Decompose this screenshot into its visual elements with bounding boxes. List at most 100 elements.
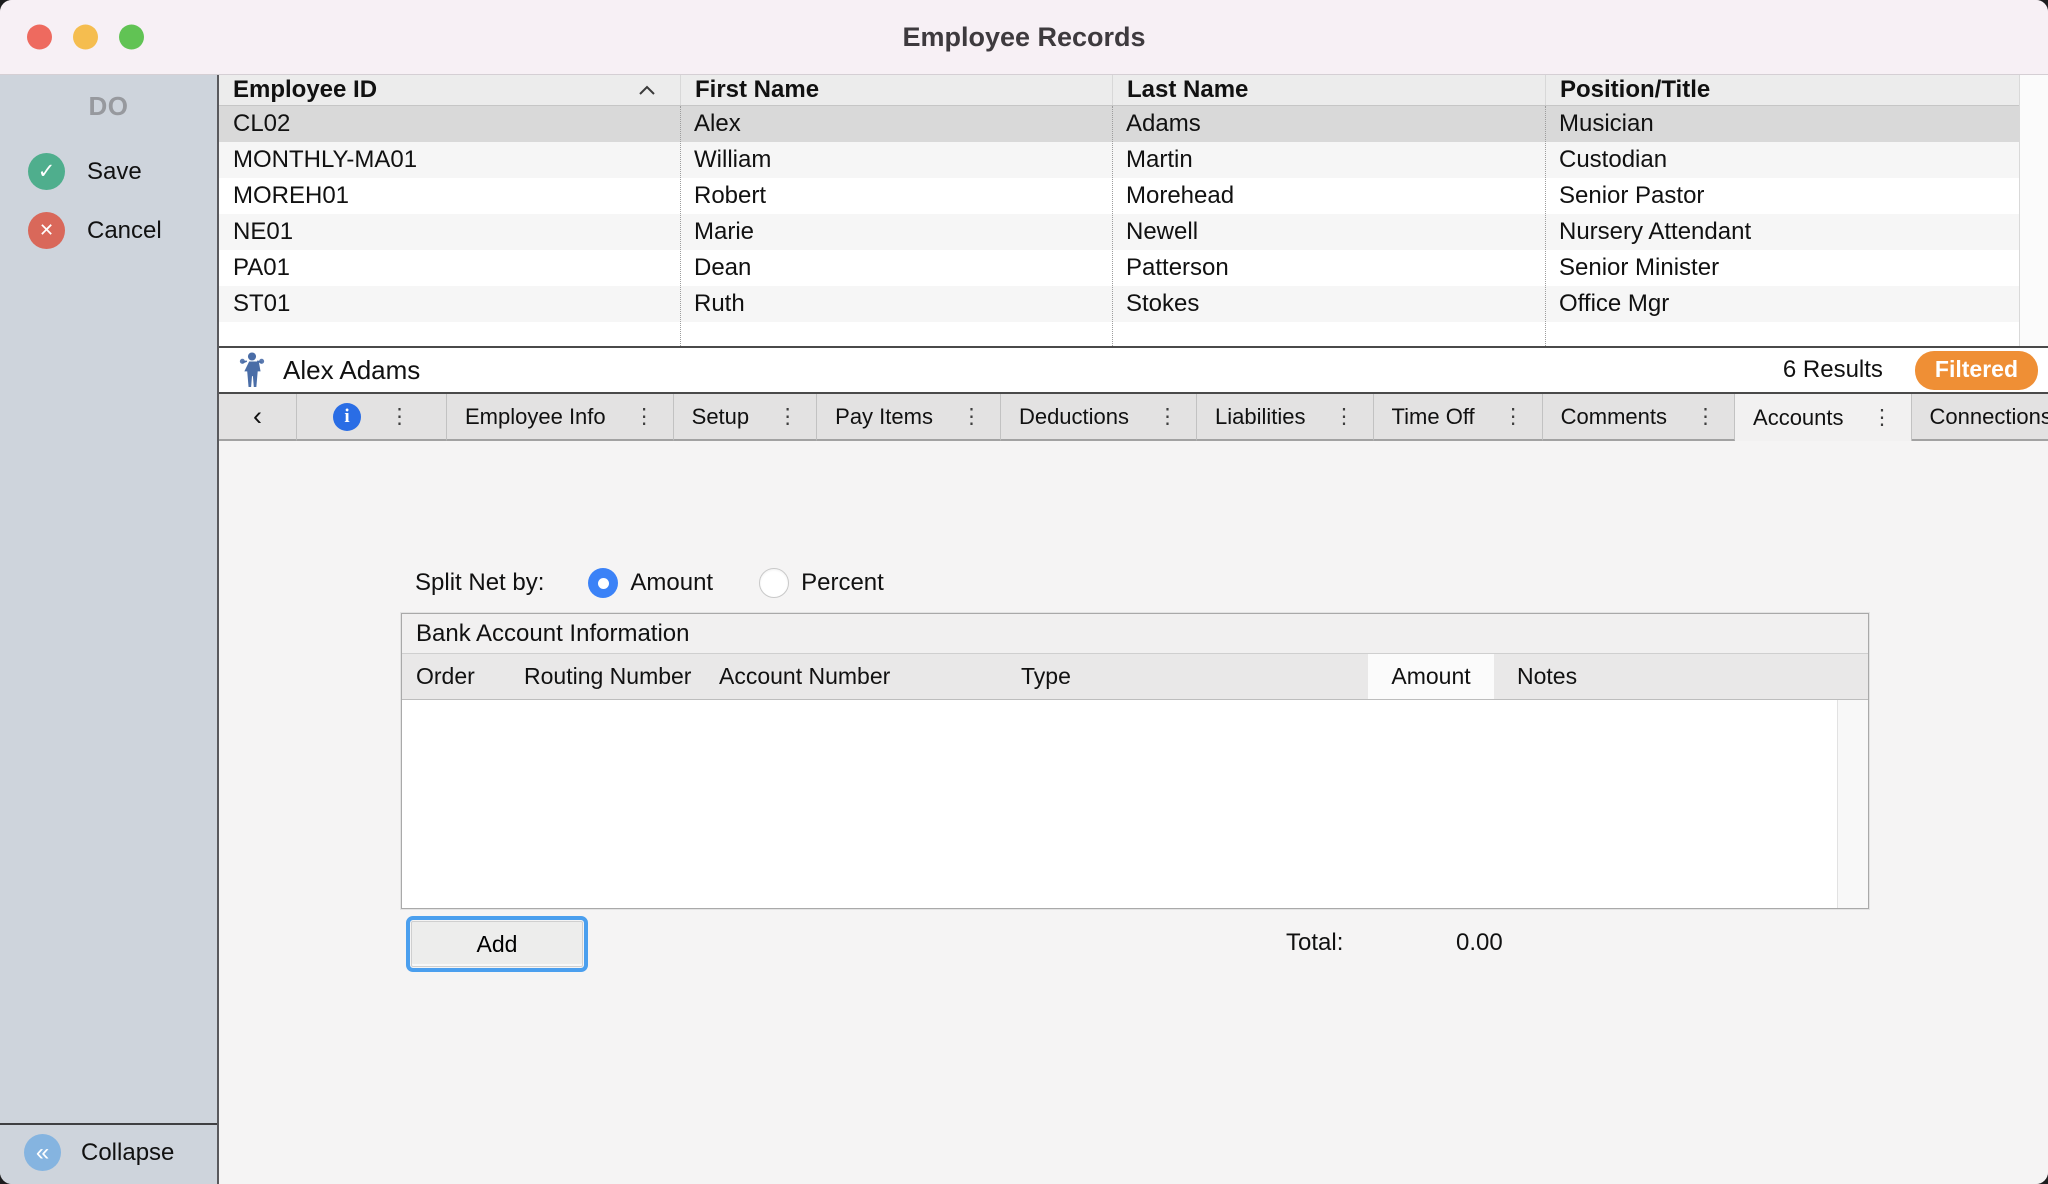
column-header-employee-id[interactable]: Employee ID xyxy=(219,75,680,105)
tab-label: Employee Info xyxy=(465,404,606,430)
employee-cell: Senior Pastor xyxy=(1545,182,2048,210)
bank-column-header-notes[interactable]: Notes xyxy=(1494,654,1868,699)
bank-column-header-amount[interactable]: Amount xyxy=(1368,654,1494,699)
tab-menu-dots-icon[interactable]: ⋮ xyxy=(777,404,798,429)
tabs-scroll-left-button[interactable]: ‹ xyxy=(219,394,297,441)
column-header-first-name[interactable]: First Name xyxy=(680,75,1112,105)
split-net-by-group: Split Net by: Amount Percent xyxy=(415,566,930,600)
employee-cell: Martin xyxy=(1112,146,1545,174)
employee-cell: William xyxy=(680,146,1112,174)
tab-setup[interactable]: Setup ⋮ xyxy=(674,394,818,441)
traffic-lights xyxy=(27,25,144,50)
split-net-by-label: Split Net by: xyxy=(415,569,544,597)
split-option-percent[interactable]: Percent xyxy=(759,568,884,598)
employee-cell: NE01 xyxy=(219,218,680,246)
employee-person-icon xyxy=(237,352,267,388)
bank-account-table-header: OrderRouting NumberAccount NumberTypeAmo… xyxy=(402,654,1868,700)
tab-employee-info[interactable]: Employee Info ⋮ xyxy=(447,394,674,441)
employee-cell: ST01 xyxy=(219,290,680,318)
selected-record-bar: Alex Adams 6 Results Filtered xyxy=(219,348,2048,394)
employee-table-scrollbar[interactable] xyxy=(2019,75,2048,346)
results-count: 6 Results xyxy=(1783,356,1883,384)
cancel-button[interactable]: Cancel xyxy=(0,201,217,260)
collapse-button-label: Collapse xyxy=(81,1139,174,1167)
tab-accounts[interactable]: Accounts⋮ xyxy=(1735,394,1912,441)
tab-liabilities[interactable]: Liabilities ⋮ xyxy=(1197,394,1374,441)
tab-info[interactable]: i⋮ xyxy=(297,394,447,441)
minimize-window-button[interactable] xyxy=(73,25,98,50)
employee-cell: Musician xyxy=(1545,110,2048,138)
employee-cell: Alex xyxy=(680,110,1112,138)
action-sidebar: DO Save Cancel Collapse xyxy=(0,75,219,1184)
total-value: 0.00 xyxy=(1456,929,1503,957)
add-account-button[interactable]: Add xyxy=(411,921,583,967)
tab-menu-dots-icon[interactable]: ⋮ xyxy=(1872,405,1893,430)
employee-row-pa01[interactable]: PA01DeanPattersonSenior Minister xyxy=(219,250,2048,286)
employee-cell: Nursery Attendant xyxy=(1545,218,2048,246)
app-window: Employee Records DO Save Cancel Collapse… xyxy=(0,0,2048,1184)
sort-ascending-icon xyxy=(638,85,656,96)
tab-label: Comments xyxy=(1561,404,1667,430)
tab-label: Liabilities xyxy=(1215,404,1306,430)
employee-cell: Adams xyxy=(1112,110,1545,138)
column-header-label: First Name xyxy=(695,76,819,104)
split-option-amount[interactable]: Amount xyxy=(588,568,713,598)
employee-cell: MOREH01 xyxy=(219,182,680,210)
bank-column-header-account-number[interactable]: Account Number xyxy=(705,654,1007,699)
column-header-label: Last Name xyxy=(1127,76,1248,104)
employee-cell: Custodian xyxy=(1545,146,2048,174)
collapse-sidebar-button[interactable]: Collapse xyxy=(0,1123,217,1184)
column-header-last-name[interactable]: Last Name xyxy=(1112,75,1545,105)
employee-table: Employee ID First Name Last Name Position/T… xyxy=(219,75,2048,348)
tab-deductions[interactable]: Deductions ⋮ xyxy=(1001,394,1197,441)
bank-account-list-scrollbar[interactable] xyxy=(1837,700,1868,908)
bank-column-header-routing-number[interactable]: Routing Number xyxy=(510,654,705,699)
sidebar-section-label: DO xyxy=(0,75,217,142)
cancel-button-label: Cancel xyxy=(87,217,162,245)
bank-account-list[interactable] xyxy=(402,700,1868,908)
column-separator xyxy=(1112,106,1113,346)
employee-row-moreh01[interactable]: MOREH01RobertMoreheadSenior Pastor xyxy=(219,178,2048,214)
zoom-window-button[interactable] xyxy=(119,25,144,50)
radio-option-label: Amount xyxy=(630,569,713,597)
employee-cell: CL02 xyxy=(219,110,680,138)
window-title: Employee Records xyxy=(902,22,1145,53)
employee-row-cl02[interactable]: CL02AlexAdamsMusician xyxy=(219,106,2048,142)
radio-unselected-icon[interactable] xyxy=(759,568,789,598)
tab-menu-dots-icon[interactable]: ⋮ xyxy=(1695,404,1716,429)
cancel-x-icon xyxy=(28,212,65,249)
employee-row-st01[interactable]: ST01RuthStokesOffice Mgr xyxy=(219,286,2048,322)
column-header-position-title[interactable]: Position/Title xyxy=(1545,75,2048,105)
info-icon: i xyxy=(333,403,361,431)
close-window-button[interactable] xyxy=(27,25,52,50)
bank-column-header-order[interactable]: Order xyxy=(402,654,510,699)
accounts-tab-content: Split Net by: AmountPercent Bank Account… xyxy=(219,441,2048,1184)
tab-comments[interactable]: Comments ⋮ xyxy=(1543,394,1735,441)
tab-menu-dots-icon[interactable]: ⋮ xyxy=(634,404,655,429)
tab-menu-dots-icon[interactable]: ⋮ xyxy=(1157,404,1178,429)
employee-table-body: CL02AlexAdamsMusicianMONTHLY-MA01William… xyxy=(219,106,2048,346)
tab-menu-dots-icon[interactable]: ⋮ xyxy=(961,404,982,429)
tab-time-off[interactable]: Time Off⋮ xyxy=(1374,394,1543,441)
tab-pay-items[interactable]: Pay Items ⋮ xyxy=(817,394,1001,441)
tab-label: Deductions xyxy=(1019,404,1129,430)
tab-menu-dots-icon[interactable]: ⋮ xyxy=(1334,404,1355,429)
filtered-badge[interactable]: Filtered xyxy=(1915,351,2038,390)
employee-row-monthly-ma01[interactable]: MONTHLY-MA01WilliamMartinCustodian xyxy=(219,142,2048,178)
save-button[interactable]: Save xyxy=(0,142,217,201)
save-check-icon xyxy=(28,153,65,190)
radio-selected-icon[interactable] xyxy=(588,568,618,598)
tab-label: Connections xyxy=(1930,404,2048,430)
employee-cell: Robert xyxy=(680,182,1112,210)
selected-employee-name: Alex Adams xyxy=(283,355,420,386)
column-separator xyxy=(1545,106,1546,346)
column-header-label: Position/Title xyxy=(1560,76,1710,104)
tab-label: Pay Items xyxy=(835,404,933,430)
tab-menu-dots-icon[interactable]: ⋮ xyxy=(1503,404,1524,429)
employee-cell: Morehead xyxy=(1112,182,1545,210)
tab-menu-dots-icon[interactable]: ⋮ xyxy=(389,404,410,429)
employee-row-ne01[interactable]: NE01MarieNewellNursery Attendant xyxy=(219,214,2048,250)
bank-column-header-type[interactable]: Type xyxy=(1007,654,1368,699)
tab-label: Setup xyxy=(692,404,750,430)
tab-connections[interactable]: Connections xyxy=(1912,394,2048,441)
